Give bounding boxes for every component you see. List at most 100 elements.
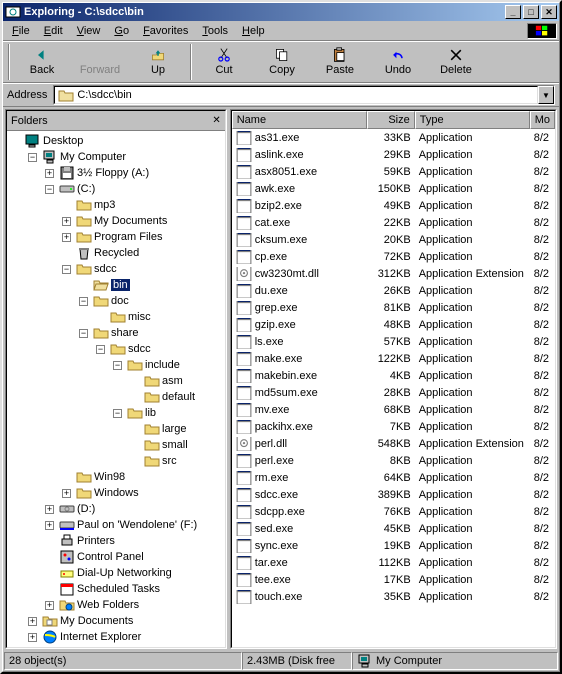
file-row[interactable]: as31.exe33KBApplication8/2 — [232, 129, 555, 146]
tree-node[interactable]: +Internet Explorer — [9, 629, 223, 645]
expand-toggle[interactable]: + — [28, 617, 37, 626]
menu-tools[interactable]: Tools — [195, 23, 235, 39]
file-row[interactable]: du.exe26KBApplication8/2 — [232, 282, 555, 299]
tree-node[interactable]: Printers — [9, 533, 223, 549]
tree-node[interactable]: small — [9, 437, 223, 453]
tree-node[interactable]: +Windows — [9, 485, 223, 501]
file-row[interactable]: md5sum.exe28KBApplication8/2 — [232, 384, 555, 401]
tree-node[interactable]: Scheduled Tasks — [9, 581, 223, 597]
file-row[interactable]: mv.exe68KBApplication8/2 — [232, 401, 555, 418]
tree-node[interactable]: −(C:) — [9, 181, 223, 197]
file-row[interactable]: awk.exe150KBApplication8/2 — [232, 180, 555, 197]
tree-node[interactable]: +Paul on 'Wendolene' (F:) — [9, 517, 223, 533]
expand-toggle[interactable]: + — [62, 217, 71, 226]
address-box[interactable]: C:\sdcc\bin ▼ — [53, 85, 555, 105]
folders-close-button[interactable]: ✕ — [212, 115, 220, 126]
expand-toggle[interactable]: + — [62, 489, 71, 498]
menu-go[interactable]: Go — [107, 23, 136, 39]
menu-file[interactable]: File — [5, 23, 37, 39]
expand-toggle[interactable]: − — [113, 361, 122, 370]
file-row[interactable]: sed.exe45KBApplication8/2 — [232, 520, 555, 537]
tree-node[interactable]: mp3 — [9, 197, 223, 213]
tree-node[interactable]: misc — [9, 309, 223, 325]
file-row[interactable]: rm.exe64KBApplication8/2 — [232, 469, 555, 486]
tree-node[interactable]: +(D:) — [9, 501, 223, 517]
titlebar[interactable]: Exploring - C:\sdcc\bin _ □ ✕ — [3, 3, 559, 21]
expand-toggle[interactable]: − — [28, 153, 37, 162]
back-button[interactable]: Back — [13, 43, 71, 81]
tree-node[interactable]: Recycled — [9, 245, 223, 261]
file-row[interactable]: grep.exe81KBApplication8/2 — [232, 299, 555, 316]
expand-toggle[interactable]: + — [45, 521, 54, 530]
file-row[interactable]: ls.exe57KBApplication8/2 — [232, 333, 555, 350]
file-row[interactable]: perl.exe8KBApplication8/2 — [232, 452, 555, 469]
menu-favorites[interactable]: Favorites — [136, 23, 195, 39]
up-button[interactable]: Up — [129, 43, 187, 81]
expand-toggle[interactable]: + — [62, 233, 71, 242]
col-type[interactable]: Type — [415, 111, 530, 129]
col-name[interactable]: Name — [232, 111, 367, 129]
tree-node[interactable]: Dial-Up Networking — [9, 565, 223, 581]
file-row[interactable]: bzip2.exe49KBApplication8/2 — [232, 197, 555, 214]
expand-toggle[interactable]: + — [45, 601, 54, 610]
file-row[interactable]: cw3230mt.dll312KBApplication Extension8/… — [232, 265, 555, 282]
file-row[interactable]: cksum.exe20KBApplication8/2 — [232, 231, 555, 248]
tree-node[interactable]: Desktop — [9, 133, 223, 149]
tree-node[interactable]: +Program Files — [9, 229, 223, 245]
cut-button[interactable]: Cut — [195, 43, 253, 81]
tree-node[interactable]: −lib — [9, 405, 223, 421]
menu-view[interactable]: View — [70, 23, 108, 39]
file-row[interactable]: tar.exe112KBApplication8/2 — [232, 554, 555, 571]
folder-tree[interactable]: Desktop−My Computer+3½ Floppy (A:)−(C:)m… — [7, 131, 225, 647]
tree-node[interactable]: +My Documents — [9, 213, 223, 229]
file-row[interactable]: sync.exe19KBApplication8/2 — [232, 537, 555, 554]
expand-toggle[interactable]: + — [45, 505, 54, 514]
maximize-button[interactable]: □ — [523, 5, 539, 19]
tree-node[interactable]: bin — [9, 277, 223, 293]
tree-node[interactable]: −share — [9, 325, 223, 341]
expand-toggle[interactable]: − — [113, 409, 122, 418]
tree-node[interactable]: −sdcc — [9, 261, 223, 277]
expand-toggle[interactable]: − — [79, 297, 88, 306]
menu-edit[interactable]: Edit — [37, 23, 70, 39]
col-size[interactable]: Size — [367, 111, 415, 129]
tree-node[interactable]: −My Computer — [9, 149, 223, 165]
file-row[interactable]: sdcpp.exe76KBApplication8/2 — [232, 503, 555, 520]
file-row[interactable]: touch.exe35KBApplication8/2 — [232, 588, 555, 605]
file-row[interactable]: makebin.exe4KBApplication8/2 — [232, 367, 555, 384]
file-row[interactable]: make.exe122KBApplication8/2 — [232, 350, 555, 367]
delete-button[interactable]: Delete — [427, 43, 485, 81]
file-row[interactable]: tee.exe17KBApplication8/2 — [232, 571, 555, 588]
expand-toggle[interactable]: − — [45, 185, 54, 194]
expand-toggle[interactable]: − — [62, 265, 71, 274]
undo-button[interactable]: Undo — [369, 43, 427, 81]
copy-button[interactable]: Copy — [253, 43, 311, 81]
tree-node[interactable]: −include — [9, 357, 223, 373]
tree-node[interactable]: Win98 — [9, 469, 223, 485]
expand-toggle[interactable]: + — [28, 633, 37, 642]
tree-node[interactable]: +Web Folders — [9, 597, 223, 613]
minimize-button[interactable]: _ — [505, 5, 521, 19]
tree-node[interactable]: Control Panel — [9, 549, 223, 565]
tree-node[interactable]: −doc — [9, 293, 223, 309]
tree-node[interactable]: asm — [9, 373, 223, 389]
paste-button[interactable]: Paste — [311, 43, 369, 81]
file-row[interactable]: aslink.exe29KBApplication8/2 — [232, 146, 555, 163]
expand-toggle[interactable]: − — [96, 345, 105, 354]
expand-toggle[interactable]: − — [79, 329, 88, 338]
tree-node[interactable]: −sdcc — [9, 341, 223, 357]
col-modified[interactable]: Mo — [530, 111, 555, 129]
tree-node[interactable]: +3½ Floppy (A:) — [9, 165, 223, 181]
file-row[interactable]: asx8051.exe59KBApplication8/2 — [232, 163, 555, 180]
address-dropdown-button[interactable]: ▼ — [538, 86, 554, 104]
file-row[interactable]: sdcc.exe389KBApplication8/2 — [232, 486, 555, 503]
file-row[interactable]: perl.dll548KBApplication Extension8/2 — [232, 435, 555, 452]
file-row[interactable]: gzip.exe48KBApplication8/2 — [232, 316, 555, 333]
expand-toggle[interactable]: + — [45, 169, 54, 178]
file-row[interactable]: cp.exe72KBApplication8/2 — [232, 248, 555, 265]
close-button[interactable]: ✕ — [541, 5, 557, 19]
tree-node[interactable]: default — [9, 389, 223, 405]
tree-node[interactable]: +My Documents — [9, 613, 223, 629]
menu-help[interactable]: Help — [235, 23, 272, 39]
tree-node[interactable]: large — [9, 421, 223, 437]
